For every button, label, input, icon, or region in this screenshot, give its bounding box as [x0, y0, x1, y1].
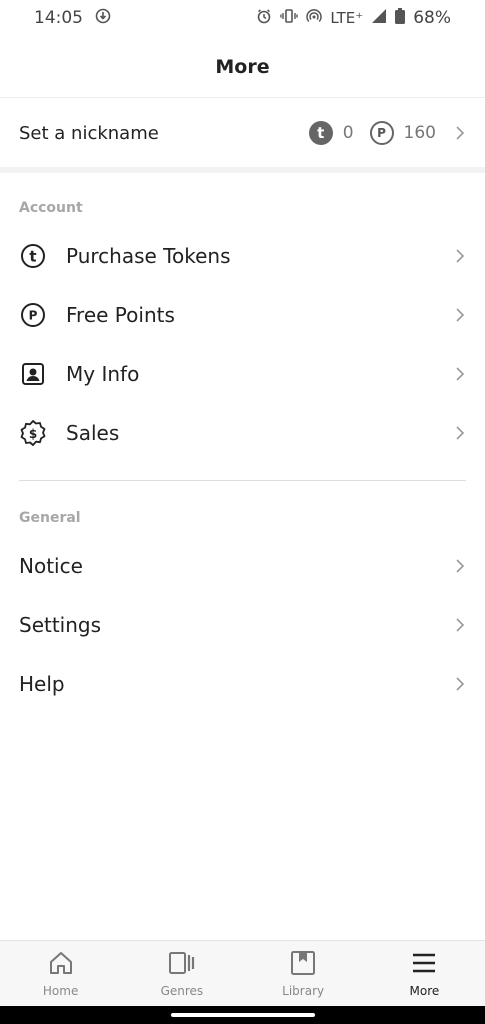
alarm-icon	[256, 8, 272, 28]
nav-library[interactable]: Library	[243, 941, 364, 1006]
hotspot-icon	[306, 8, 323, 28]
points-counter: P 160	[369, 121, 436, 145]
menu-label: My Info	[66, 362, 140, 386]
home-icon	[48, 950, 74, 980]
library-icon	[290, 950, 316, 980]
nickname-label: Set a nickname	[19, 122, 159, 144]
menu-item-purchase-tokens[interactable]: t Purchase Tokens	[0, 227, 485, 285]
nav-label: More	[409, 983, 440, 998]
menu-label: Notice	[19, 554, 83, 578]
sale-badge-icon: $	[19, 419, 47, 447]
token-icon: t	[19, 242, 47, 270]
menu-label: Help	[19, 672, 65, 696]
points-icon: P	[369, 121, 394, 145]
menu-label: Settings	[19, 613, 102, 637]
nav-label: Library	[282, 983, 325, 998]
chevron-right-icon	[454, 306, 466, 324]
bottom-nav: Home Genres Library More	[0, 940, 485, 1006]
section-divider	[0, 167, 485, 173]
svg-text:t: t	[29, 248, 36, 266]
nav-label: Home	[42, 983, 79, 998]
network-type: LTE⁺	[330, 9, 364, 27]
chevron-right-icon	[454, 424, 466, 442]
nav-more[interactable]: More	[364, 941, 485, 1006]
chevron-right-icon	[454, 365, 466, 383]
menu-label: Purchase Tokens	[66, 244, 231, 268]
menu-item-sales[interactable]: $ Sales	[0, 404, 485, 462]
chevron-right-icon	[454, 557, 466, 575]
menu-item-notice[interactable]: Notice	[0, 537, 485, 595]
nav-home[interactable]: Home	[0, 941, 121, 1006]
points-icon: P	[19, 301, 47, 329]
nav-genres[interactable]: Genres	[121, 941, 242, 1006]
section-divider	[19, 480, 466, 481]
signal-icon	[371, 8, 387, 28]
account-section-title: Account	[19, 200, 83, 216]
points-count: 160	[403, 123, 436, 143]
status-time: 14:05	[34, 8, 83, 28]
chevron-right-icon	[454, 675, 466, 693]
page-header: More	[0, 36, 485, 98]
vibrate-icon	[280, 8, 299, 28]
chevron-right-icon	[454, 124, 466, 142]
more-screen: 14:05 LTE⁺ 68% More Set a nickname t 0 P…	[0, 0, 485, 1024]
home-gesture-handle[interactable]	[170, 1013, 315, 1017]
menu-item-settings[interactable]: Settings	[0, 596, 485, 654]
gesture-bar	[0, 1006, 485, 1024]
page-title: More	[215, 55, 270, 78]
token-icon: t	[308, 121, 333, 145]
genres-icon	[168, 950, 196, 980]
token-counter: t 0	[308, 121, 354, 145]
menu-label: Sales	[66, 421, 120, 445]
menu-item-help[interactable]: Help	[0, 655, 485, 713]
status-right: LTE⁺ 68%	[256, 8, 451, 28]
nav-label: Genres	[160, 983, 204, 998]
menu-item-my-info[interactable]: My Info	[0, 345, 485, 403]
svg-text:P: P	[29, 309, 38, 323]
status-left: 14:05	[34, 8, 111, 29]
battery-level: 68%	[413, 8, 451, 28]
general-section-title: General	[19, 510, 81, 526]
menu-item-free-points[interactable]: P Free Points	[0, 286, 485, 344]
menu-icon	[411, 950, 437, 980]
svg-text:$: $	[29, 427, 37, 441]
chevron-right-icon	[454, 616, 466, 634]
battery-icon	[395, 8, 406, 28]
profile-card-icon	[19, 360, 47, 388]
data-saver-icon	[95, 8, 111, 29]
chevron-right-icon	[454, 247, 466, 265]
status-bar: 14:05 LTE⁺ 68%	[0, 0, 485, 36]
menu-label: Free Points	[66, 303, 175, 327]
token-count: 0	[342, 123, 354, 143]
nickname-row[interactable]: Set a nickname t 0 P 160	[0, 99, 485, 167]
